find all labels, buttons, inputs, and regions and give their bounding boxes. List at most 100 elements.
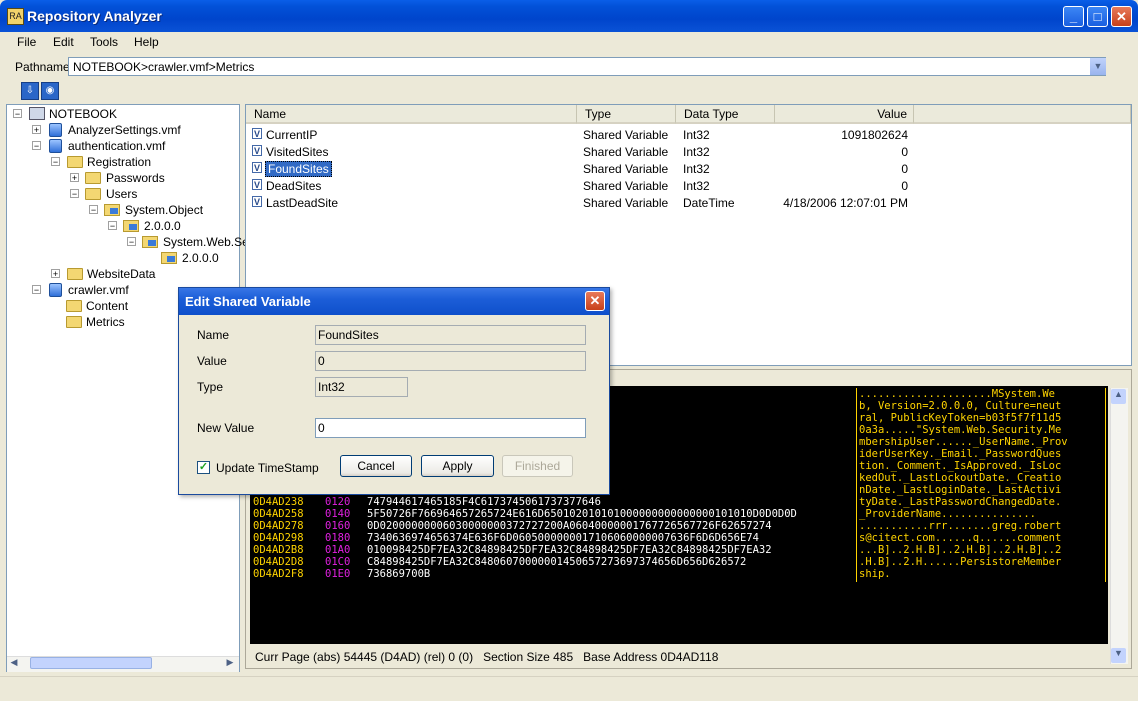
column-header-name[interactable]: Name bbox=[246, 105, 577, 124]
row-name-selected[interactable]: FoundSites bbox=[265, 161, 332, 177]
title-bar[interactable] bbox=[0, 0, 1138, 32]
type-label: Type bbox=[197, 380, 224, 394]
collapse-icon[interactable]: − bbox=[127, 237, 136, 247]
column-header-datatype[interactable]: Data Type bbox=[676, 105, 775, 124]
hex-bytes: C84898425DF7EA32C84806070000001450657273… bbox=[367, 556, 747, 568]
minimize-button[interactable]: _ bbox=[1063, 6, 1084, 27]
expand-icon[interactable]: + bbox=[51, 269, 60, 279]
cancel-button[interactable]: Cancel bbox=[340, 455, 412, 477]
hex-line: 0D4AD2D8 01C0 C84898425DF7EA32C84806070000… bbox=[253, 556, 1108, 568]
tree-node-authentication[interactable]: authentication.vmf bbox=[68, 139, 165, 153]
hex-ascii: nDate._LastLoginDate._LastActivi bbox=[859, 484, 1062, 496]
row-name[interactable]: LastDeadSite bbox=[266, 196, 338, 210]
tree-node-version[interactable]: 2.0.0.0 bbox=[144, 219, 181, 233]
save-icon[interactable]: ⇩ bbox=[21, 82, 39, 100]
hex-offset: 0140 bbox=[325, 508, 351, 520]
row-value: 4/18/2006 12:07:01 PM bbox=[783, 196, 908, 210]
apply-button[interactable]: Apply bbox=[421, 455, 494, 477]
chevron-down-icon[interactable]: ▼ bbox=[1089, 58, 1106, 75]
row-value: 1091802624 bbox=[841, 128, 908, 142]
menu-edit[interactable]: Edit bbox=[53, 35, 74, 49]
menu-help[interactable]: Help bbox=[134, 35, 159, 49]
collapse-icon[interactable]: − bbox=[32, 141, 41, 151]
menu-file[interactable]: File bbox=[17, 35, 36, 49]
row-name[interactable]: VisitedSites bbox=[266, 145, 328, 159]
scroll-down-icon[interactable]: ▼ bbox=[1111, 648, 1126, 663]
collapse-icon[interactable]: − bbox=[108, 221, 117, 231]
hex-ascii: tyDate._LastPasswordChangedDate. bbox=[859, 496, 1062, 508]
tree-node-users[interactable]: Users bbox=[106, 187, 137, 201]
scroll-up-icon[interactable]: ▲ bbox=[1111, 389, 1126, 404]
hex-offset: 01A0 bbox=[325, 544, 351, 556]
update-timestamp-label[interactable]: Update TimeStamp bbox=[216, 461, 319, 475]
update-timestamp-checkbox[interactable]: ✓ bbox=[197, 461, 210, 474]
collapse-icon[interactable]: − bbox=[70, 189, 79, 199]
hex-line: 0D4AD2B8 01A0 010098425DF7EA32C84898425DF7… bbox=[253, 544, 1108, 556]
value-field: 0 bbox=[315, 351, 586, 371]
hex-ascii: kedOut._LastLockoutDate._Creatio bbox=[859, 472, 1062, 484]
curr-page-text: Curr Page (abs) 54445 (D4AD) (rel) 0 (0) bbox=[255, 650, 474, 664]
tree-node-analyzersettings[interactable]: AnalyzerSettings.vmf bbox=[68, 123, 181, 137]
tree-node-system-web[interactable]: System.Web.Se bbox=[163, 235, 249, 249]
close-button[interactable]: ✕ bbox=[1111, 6, 1132, 27]
tree-node-crawler[interactable]: crawler.vmf bbox=[68, 283, 129, 297]
hex-status-bar: Curr Page (abs) 54445 (D4AD) (rel) 0 (0)… bbox=[250, 647, 1110, 667]
tree-node-metrics[interactable]: Metrics bbox=[86, 315, 125, 329]
row-type: Shared Variable bbox=[583, 145, 669, 159]
hex-bytes: 5F50726F766964657265724E616D650102010101… bbox=[367, 508, 797, 520]
row-name[interactable]: CurrentIP bbox=[266, 128, 317, 142]
computer-icon bbox=[29, 107, 45, 120]
tree-node-system-object[interactable]: System.Object bbox=[125, 203, 203, 217]
pathname-combobox[interactable]: NOTEBOOK>crawler.vmf>Metrics bbox=[68, 57, 1106, 76]
row-name[interactable]: DeadSites bbox=[266, 179, 321, 193]
collapse-icon[interactable]: − bbox=[32, 285, 41, 295]
hex-line: 0D4AD258 0140 5F50726F766964657265724E616D… bbox=[253, 508, 1108, 520]
hex-ascii: ship. bbox=[859, 568, 891, 580]
hex-ascii: ...........rrr.......greg.robert bbox=[859, 520, 1062, 532]
expand-icon[interactable]: + bbox=[70, 173, 79, 183]
variable-icon: V bbox=[252, 162, 262, 173]
column-header-type[interactable]: Type bbox=[577, 105, 676, 124]
variable-icon: V bbox=[252, 196, 262, 207]
hex-ascii: mbershipUser......_UserName._Prov bbox=[859, 436, 1068, 448]
hex-ascii: .....................MSystem.We bbox=[859, 388, 1055, 400]
collapse-icon[interactable]: − bbox=[89, 205, 98, 215]
column-header-value[interactable]: Value bbox=[775, 105, 914, 124]
hex-offset: 01E0 bbox=[325, 568, 351, 580]
folder-icon bbox=[85, 172, 101, 184]
menu-tools[interactable]: Tools bbox=[90, 35, 118, 49]
collapse-icon[interactable]: − bbox=[13, 109, 22, 119]
tree-node-notebook[interactable]: NOTEBOOK bbox=[49, 107, 117, 121]
object-folder-icon bbox=[142, 236, 158, 248]
row-type: Shared Variable bbox=[583, 179, 669, 193]
hex-ascii: tion._Comment._IsApproved._IsLoc bbox=[859, 460, 1062, 472]
folder-icon bbox=[85, 188, 101, 200]
hex-ascii: _ProviderName............... bbox=[859, 508, 1037, 520]
folder-icon bbox=[67, 156, 83, 168]
value-label: Value bbox=[197, 354, 227, 368]
new-value-input[interactable]: 0 bbox=[315, 418, 586, 438]
hex-vertical-scrollbar[interactable] bbox=[1110, 388, 1128, 664]
scroll-thumb[interactable] bbox=[30, 657, 152, 669]
scroll-right-icon[interactable]: ▶ bbox=[224, 657, 236, 669]
collapse-icon[interactable]: − bbox=[51, 157, 60, 167]
section-size-text: Section Size 485 bbox=[483, 650, 574, 664]
tree-node-passwords[interactable]: Passwords bbox=[106, 171, 165, 185]
column-header-blank bbox=[914, 105, 1131, 124]
hex-offset: 0120 bbox=[325, 496, 351, 508]
window-title: Repository Analyzer bbox=[27, 8, 162, 24]
tree-node-websitedata[interactable]: WebsiteData bbox=[87, 267, 155, 281]
object-folder-icon bbox=[161, 252, 177, 264]
database-icon[interactable]: ◉ bbox=[41, 82, 59, 100]
tree-node-registration[interactable]: Registration bbox=[87, 155, 151, 169]
dialog-close-button[interactable]: ✕ bbox=[585, 291, 605, 311]
finished-button[interactable]: Finished bbox=[502, 455, 573, 477]
tree-node-content[interactable]: Content bbox=[86, 299, 128, 313]
scroll-left-icon[interactable]: ◀ bbox=[8, 657, 20, 669]
maximize-button[interactable]: □ bbox=[1087, 6, 1108, 27]
object-folder-icon bbox=[123, 220, 139, 232]
row-value: 0 bbox=[901, 179, 908, 193]
expand-icon[interactable]: + bbox=[32, 125, 41, 135]
tree-node-version-leaf[interactable]: 2.0.0.0 bbox=[182, 251, 219, 265]
hex-address: 0D4AD2B8 bbox=[253, 544, 304, 556]
